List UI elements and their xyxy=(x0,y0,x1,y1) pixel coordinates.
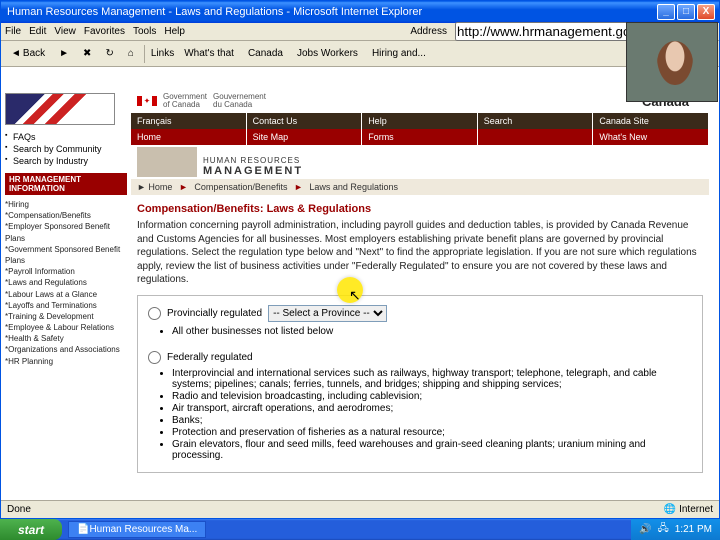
minimize-button[interactable]: _ xyxy=(657,4,675,20)
top-nav-red: HomeSite MapForms What's New xyxy=(131,129,709,145)
link-whatsthat[interactable]: What's that xyxy=(180,47,238,60)
label-provincial: Provincially regulated xyxy=(167,308,262,319)
menu-bar: File Edit View Favorites Tools Help Addr… xyxy=(1,23,719,41)
main-column: Government of Canada Gouvernement du Can… xyxy=(131,89,719,500)
sidebar-item[interactable]: Search by Community xyxy=(5,143,127,155)
federal-list-item: Radio and television broadcasting, inclu… xyxy=(172,391,692,402)
sidebar-link[interactable]: *Government Sponsored Benefit Plans xyxy=(5,244,127,266)
start-button[interactable]: start xyxy=(0,519,62,540)
link-jobs[interactable]: Jobs Workers xyxy=(293,47,362,60)
province-select[interactable]: -- Select a Province -- xyxy=(268,305,387,322)
sidebar-item[interactable]: Search by Industry xyxy=(5,155,127,167)
banner: HUMAN RESOURCESMANAGEMENT xyxy=(131,145,709,179)
topnav-item[interactable]: Home xyxy=(131,129,247,145)
radio-provincial[interactable] xyxy=(148,307,161,320)
taskbar-item[interactable]: 📄 Human Resources Ma... xyxy=(68,521,206,538)
sidebar-link[interactable]: *HR Planning xyxy=(5,356,127,367)
intro-text: Information concerning payroll administr… xyxy=(131,219,709,287)
top-nav-dark: FrançaisContact UsHelpSearchCanada Site xyxy=(131,113,709,129)
link-hiring[interactable]: Hiring and... xyxy=(368,47,430,60)
topnav-item[interactable]: What's New xyxy=(593,129,709,145)
topnav-item[interactable]: Search xyxy=(478,113,594,129)
sidebar-link[interactable]: *Layoffs and Terminations xyxy=(5,300,127,311)
federal-list-item: Protection and preservation of fisheries… xyxy=(172,427,692,438)
radio-federal[interactable] xyxy=(148,351,161,364)
sidebar-link[interactable]: *Hiring xyxy=(5,199,127,210)
gov-text-en: Government of Canada xyxy=(163,93,207,109)
refresh-button[interactable]: ↻ xyxy=(101,47,117,60)
page-title: Compensation/Benefits: Laws & Regulation… xyxy=(131,195,709,219)
window-titlebar: Human Resources Management - Laws and Re… xyxy=(1,1,719,23)
taskbar: start 📄 Human Resources Ma... 🔊 🖧 1:21 P… xyxy=(0,519,720,540)
status-right: 🌐 Internet xyxy=(664,504,713,515)
sidebar-link[interactable]: *Compensation/Benefits xyxy=(5,210,127,221)
tray-icon[interactable]: 🔊 xyxy=(639,524,651,535)
sidebar-link[interactable]: *Organizations and Associations xyxy=(5,344,127,355)
webcam-overlay xyxy=(626,22,718,102)
menu-favorites[interactable]: Favorites xyxy=(84,26,125,37)
gov-header: Government of Canada Gouvernement du Can… xyxy=(131,89,709,113)
sidebar-link[interactable]: *Labour Laws at a Glance xyxy=(5,289,127,300)
crumb-laws[interactable]: Laws and Regulations xyxy=(309,182,398,192)
window-title: Human Resources Management - Laws and Re… xyxy=(5,6,655,18)
status-left: Done xyxy=(7,504,31,515)
close-button[interactable]: X xyxy=(697,4,715,20)
label-federal: Federally regulated xyxy=(167,352,253,363)
sidebar-link[interactable]: *Laws and Regulations xyxy=(5,277,127,288)
sidebar-item[interactable]: FAQs xyxy=(5,131,127,143)
link-canada[interactable]: Canada xyxy=(244,47,287,60)
left-sidebar: FAQsSearch by CommunitySearch by Industr… xyxy=(1,89,131,500)
provincial-sub: All other businesses not listed below xyxy=(172,326,692,337)
sidebar-link[interactable]: *Payroll Information xyxy=(5,266,127,277)
browser-toolbar: ◄ Back ► ✖ ↻ ⌂ Links What's that Canada … xyxy=(1,41,719,67)
banner-image xyxy=(137,147,197,177)
menu-help[interactable]: Help xyxy=(164,26,185,37)
crumb-comp[interactable]: Compensation/Benefits xyxy=(194,182,287,192)
gov-text-fr: Gouvernement du Canada xyxy=(213,93,266,109)
page-content: FAQsSearch by CommunitySearch by Industr… xyxy=(1,89,719,500)
forward-button[interactable]: ► xyxy=(55,47,73,60)
address-label: Address xyxy=(410,26,447,37)
topnav-item[interactable]: Site Map xyxy=(247,129,363,145)
menu-tools[interactable]: Tools xyxy=(133,26,156,37)
topnav-item[interactable]: Forms xyxy=(362,129,478,145)
sidebar-link[interactable]: *Employee & Labour Relations xyxy=(5,322,127,333)
topnav-item[interactable]: Français xyxy=(131,113,247,129)
crumb-home[interactable]: Home xyxy=(148,182,172,192)
tray-icon[interactable]: 🖧 xyxy=(658,521,669,538)
federal-list-item: Grain elevators, flour and seed mills, f… xyxy=(172,439,692,461)
menu-view[interactable]: View xyxy=(54,26,76,37)
menu-edit[interactable]: Edit xyxy=(29,26,46,37)
back-button[interactable]: ◄ Back xyxy=(7,47,49,60)
topnav-item[interactable]: Help xyxy=(362,113,478,129)
sidebar-link[interactable]: *Employer Sponsored Benefit Plans xyxy=(5,221,127,243)
topnav-item[interactable]: Contact Us xyxy=(247,113,363,129)
federal-list-item: Interprovincial and international servic… xyxy=(172,368,692,390)
sidebar-link[interactable]: *Training & Development xyxy=(5,311,127,322)
sidebar-link[interactable]: *Health & Safety xyxy=(5,333,127,344)
topnav-item[interactable]: Canada Site xyxy=(593,113,709,129)
links-label: Links xyxy=(151,48,174,59)
stop-button[interactable]: ✖ xyxy=(79,47,95,60)
canada-flag-icon xyxy=(137,96,157,106)
flag-image xyxy=(5,93,115,125)
menu-file[interactable]: File xyxy=(5,26,21,37)
options-box: Provincially regulated -- Select a Provi… xyxy=(137,295,703,473)
system-tray[interactable]: 🔊 🖧 1:21 PM xyxy=(631,519,720,540)
breadcrumb: ► Home ► Compensation/Benefits ► Laws an… xyxy=(131,179,709,195)
maximize-button[interactable]: □ xyxy=(677,4,695,20)
status-bar: Done 🌐 Internet xyxy=(1,500,719,518)
topnav-item[interactable] xyxy=(478,129,594,145)
federal-list-item: Banks; xyxy=(172,415,692,426)
federal-list-item: Air transport, aircraft operations, and … xyxy=(172,403,692,414)
clock: 1:21 PM xyxy=(675,524,712,535)
home-button[interactable]: ⌂ xyxy=(124,47,138,60)
sidebar-header: HR MANAGEMENT INFORMATION xyxy=(5,173,127,195)
